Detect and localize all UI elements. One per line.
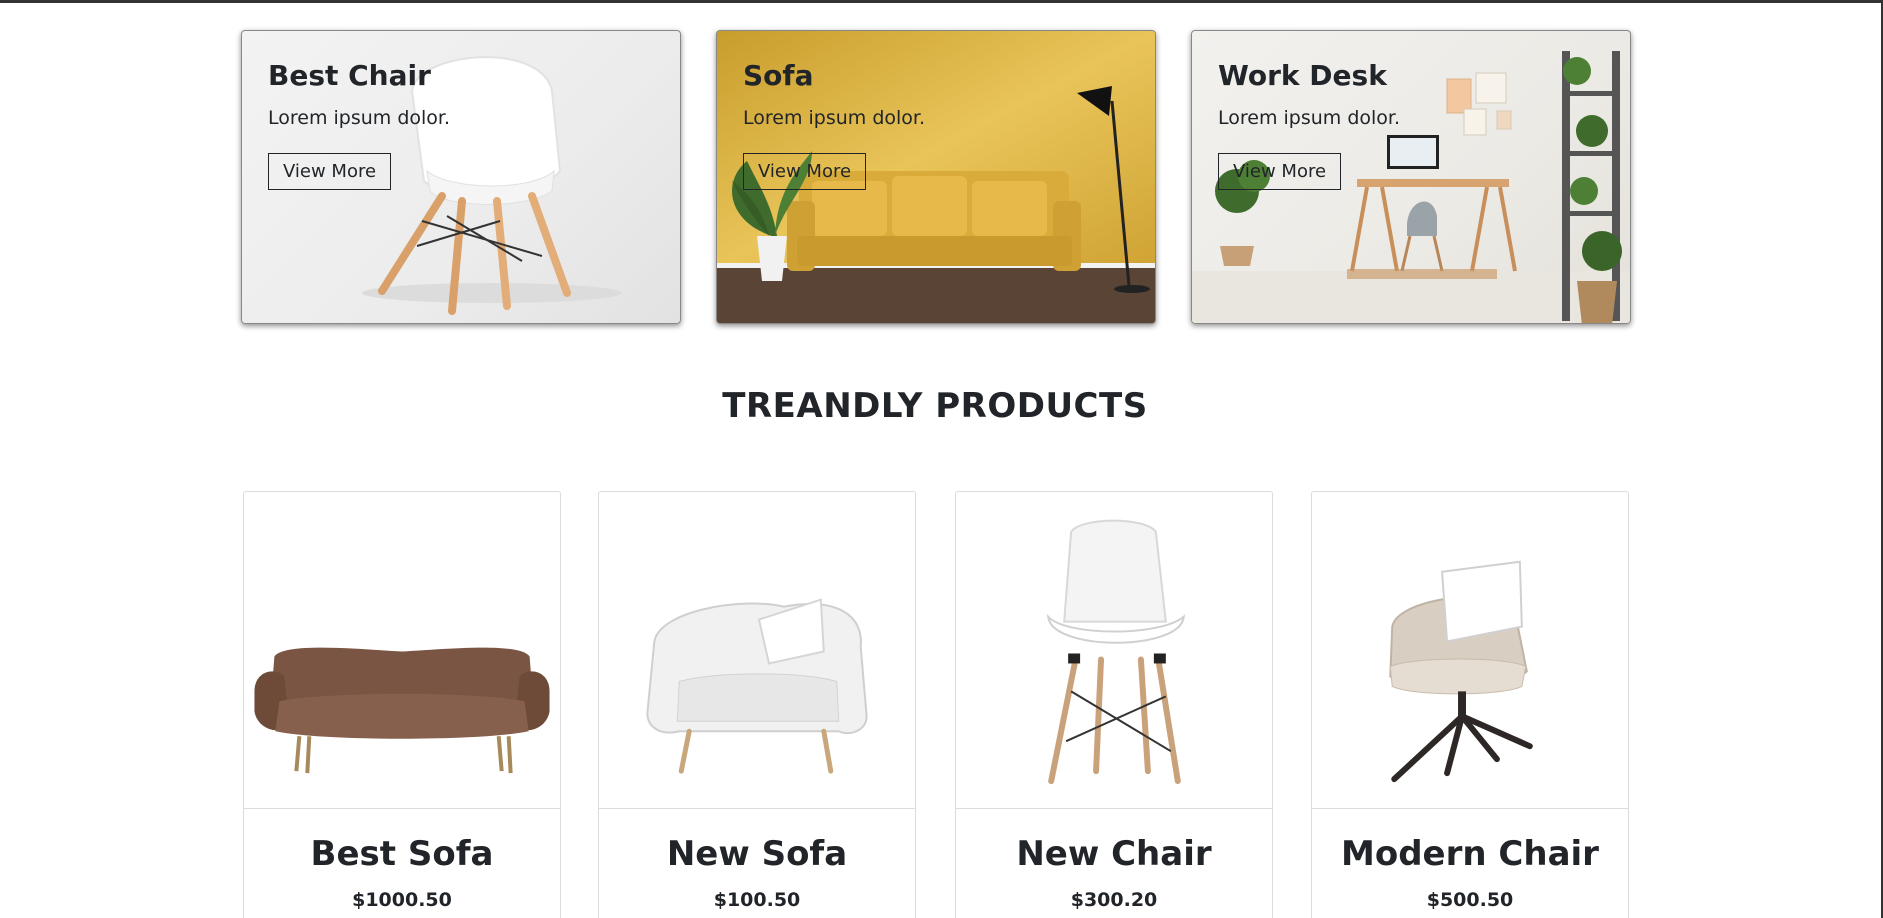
promo-title: Work Desk [1218, 59, 1387, 92]
promo-text: Lorem ipsum dolor. [268, 107, 451, 129]
promo-card-work-desk: Work Desk Lorem ipsum dolor. View More [1191, 30, 1631, 324]
product-name: Modern Chair [1341, 834, 1599, 874]
product-price: $300.20 [1070, 889, 1158, 911]
product-name: New Sofa [666, 834, 848, 874]
beige-swivel-chair-image [1312, 560, 1628, 809]
product-price: $1000.50 [352, 889, 452, 911]
view-more-button[interactable]: View More [268, 153, 392, 190]
product-name: Best Sofa [310, 834, 494, 874]
product-price: $500.50 [1426, 889, 1514, 911]
promo-text: Lorem ipsum dolor. [743, 107, 926, 129]
white-armchair-image [599, 598, 915, 809]
product-card[interactable]: New Chair $300.20 [955, 491, 1273, 918]
product-card[interactable]: Modern Chair $500.50 [1311, 491, 1629, 918]
promo-row: Best Chair Lorem ipsum dolor. View More [241, 30, 1631, 324]
white-chair-image [956, 519, 1272, 809]
product-price: $100.50 [713, 889, 801, 911]
promo-text: Lorem ipsum dolor. [1218, 107, 1401, 129]
product-card[interactable]: Best Sofa $1000.50 [243, 491, 561, 918]
promo-card-sofa: Sofa Lorem ipsum dolor. View More [716, 30, 1156, 324]
view-more-button[interactable]: View More [743, 153, 867, 190]
brown-sofa-image [244, 647, 560, 809]
top-border [0, 0, 1883, 3]
view-more-button[interactable]: View More [1218, 153, 1342, 190]
product-name: New Chair [1016, 834, 1212, 874]
promo-card-best-chair: Best Chair Lorem ipsum dolor. View More [241, 30, 681, 324]
promo-title: Best Chair [268, 59, 431, 92]
section-heading: TREANDLY PRODUCTS [722, 386, 1148, 426]
product-card[interactable]: New Sofa $100.50 [598, 491, 916, 918]
promo-title: Sofa [743, 59, 814, 92]
